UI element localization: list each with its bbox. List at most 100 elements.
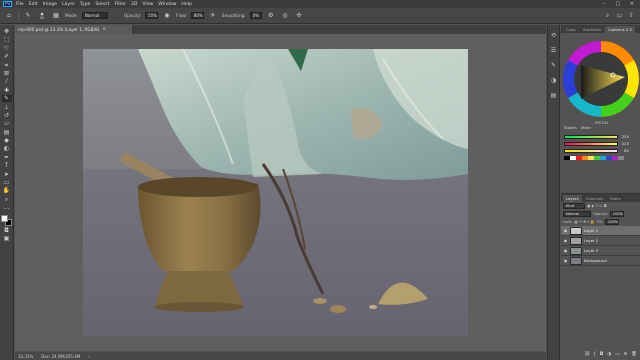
green-value[interactable]: 225 (620, 141, 629, 146)
new-layer-icon[interactable]: ⊕ (624, 352, 628, 357)
tab-paths[interactable]: Paths (607, 195, 623, 202)
layer-row[interactable]: ◉ Layer 2 (561, 236, 640, 246)
maximize-icon[interactable]: □ (611, 0, 625, 8)
tab-mixer[interactable]: Mixer (581, 125, 591, 132)
tab-color[interactable]: Color (563, 26, 579, 33)
healing-brush-tool-icon[interactable]: ✚ (2, 87, 12, 94)
smoothing-field[interactable]: 0% (249, 12, 262, 19)
symmetry-icon[interactable]: ✣ (294, 11, 304, 21)
blur-tool-icon[interactable]: ◆ (2, 137, 12, 144)
layer-row[interactable]: ◉ Background (561, 256, 640, 266)
link-layers-icon[interactable]: ⛓ (584, 352, 590, 357)
color-swatches[interactable] (1, 214, 12, 226)
quick-select-tool-icon[interactable]: ✐ (2, 53, 12, 60)
brush-tool-preset-icon[interactable]: ✎ (23, 11, 33, 21)
clone-stamp-tool-icon[interactable]: ⊥ (2, 104, 12, 111)
more-tools-icon[interactable]: … (2, 204, 12, 211)
red-value[interactable]: 255 (620, 134, 629, 139)
visibility-eye-icon[interactable]: ◉ (563, 228, 568, 233)
menu-select[interactable]: Select (95, 2, 109, 7)
layer-opacity-field[interactable]: 100% (609, 211, 624, 217)
search-icon[interactable]: ⌕ (602, 10, 613, 21)
share-icon[interactable]: ⇧ (626, 10, 637, 21)
size-pressure-icon[interactable]: ◎ (280, 11, 290, 21)
type-tool-icon[interactable]: T (2, 162, 12, 169)
visibility-eye-icon[interactable]: ◉ (563, 248, 568, 253)
brushes-icon[interactable]: ✎ (549, 61, 558, 70)
layer-name[interactable]: Layer 2 (584, 238, 598, 243)
filter-icons[interactable]: ▣ ◐ T ▭ ◘ (587, 204, 607, 208)
tab-channels[interactable]: Channels (583, 195, 607, 202)
menu-edit[interactable]: Edit (29, 2, 38, 7)
minimize-icon[interactable]: – (597, 0, 611, 8)
rectangle-tool-icon[interactable]: ▭ (2, 179, 12, 186)
tab-sliders[interactable]: Sliders (564, 125, 577, 132)
hand-tool-icon[interactable]: ✋ (2, 187, 12, 194)
status-arrow-icon[interactable]: › (88, 354, 90, 359)
libraries-icon[interactable]: ▤ (549, 91, 558, 100)
airbrush-icon[interactable]: ✈ (208, 11, 218, 21)
menu-filter[interactable]: Filter (115, 2, 126, 7)
lasso-tool-icon[interactable]: ➰ (2, 45, 12, 52)
foreground-color-swatch[interactable] (1, 214, 8, 222)
new-group-icon[interactable]: ▭ (615, 352, 619, 357)
brush-preset-picker-icon[interactable]: ● 29 (37, 11, 47, 21)
blend-mode-select[interactable]: Normal (563, 211, 591, 217)
brush-settings-icon[interactable]: ▦ (51, 11, 61, 21)
zoom-level[interactable]: 33.33% (18, 354, 33, 359)
document-tab[interactable]: mp-000.psd @ 33.3% (Layer 1, RGB/8) × (15, 25, 133, 34)
gradient-tool-icon[interactable]: ▤ (2, 129, 12, 136)
coolorus-color-wheel[interactable]: FFE152 (561, 33, 640, 129)
menu-view[interactable]: View (142, 2, 153, 7)
move-tool-icon[interactable]: ✥ (2, 28, 12, 35)
visibility-eye-icon[interactable]: ◉ (563, 238, 568, 243)
workspace-icon[interactable]: ▭ (614, 10, 625, 21)
tab-coolorus[interactable]: Coolorus 2.5 (605, 26, 635, 33)
delete-layer-icon[interactable]: 🗑 (631, 352, 637, 357)
add-mask-icon[interactable]: ◘ (600, 352, 604, 357)
adjustment-layer-icon[interactable]: ◑ (607, 352, 611, 357)
menu-type[interactable]: Type (80, 2, 91, 7)
home-icon[interactable]: ⌂ (4, 11, 14, 21)
menu-3d[interactable]: 3D (131, 2, 137, 7)
brush-tool-icon[interactable]: ✎ (1, 95, 12, 103)
color-wheel-graphic[interactable] (561, 33, 640, 129)
menu-image[interactable]: Image (43, 2, 57, 7)
tab-layers[interactable]: Layers (563, 195, 582, 202)
menu-file[interactable]: File (16, 2, 24, 7)
marquee-tool-icon[interactable]: ⬚ (2, 36, 12, 43)
blue-slider[interactable] (564, 148, 618, 153)
menu-window[interactable]: Window (158, 2, 176, 7)
layer-row[interactable]: ◉ Layer 3 (561, 246, 640, 256)
lock-icons[interactable]: ▦ ✎ ✥ ⌗ 🔒 (574, 220, 595, 224)
layer-filter-select[interactable]: Kind (563, 203, 585, 209)
flow-field[interactable]: 80% (190, 12, 204, 19)
mode-select[interactable]: Normal (81, 12, 108, 19)
adjustments-icon[interactable]: ◑ (549, 76, 558, 85)
smoothing-options-gear-icon[interactable]: ⚙ (266, 11, 276, 21)
menu-layer[interactable]: Layer (62, 2, 75, 7)
layer-fill-field[interactable]: 100% (604, 219, 619, 225)
eyedropper-tool-icon[interactable]: ⁄ (2, 78, 12, 85)
tab-swatches[interactable]: Swatches (580, 26, 604, 33)
red-slider[interactable] (564, 134, 618, 139)
history-icon[interactable]: ⟲ (549, 31, 558, 40)
dodge-tool-icon[interactable]: ◐ (2, 145, 12, 152)
painting-canvas[interactable] (83, 49, 468, 336)
green-slider[interactable] (564, 141, 618, 146)
history-brush-tool-icon[interactable]: ↺ (2, 112, 12, 119)
layer-name[interactable]: Background (584, 258, 607, 263)
layer-name[interactable]: Layer 3 (584, 248, 598, 253)
frame-tool-icon[interactable]: ⊠ (2, 70, 12, 77)
layer-name[interactable]: Layer 1 (584, 228, 598, 233)
path-selection-tool-icon[interactable]: ➤ (2, 171, 12, 178)
pen-tool-icon[interactable]: ✒ (2, 154, 12, 161)
visibility-eye-icon[interactable]: ◉ (563, 258, 568, 263)
close-tab-icon[interactable]: × (102, 27, 106, 32)
properties-icon[interactable]: ☰ (549, 46, 558, 55)
crop-tool-icon[interactable]: ⌗ (2, 62, 12, 69)
quick-mask-icon[interactable]: ◘ (2, 227, 12, 234)
eraser-tool-icon[interactable]: ▱ (2, 120, 12, 127)
opacity-pressure-icon[interactable]: ◉ (162, 11, 172, 21)
opacity-field[interactable]: 50% (145, 12, 159, 19)
